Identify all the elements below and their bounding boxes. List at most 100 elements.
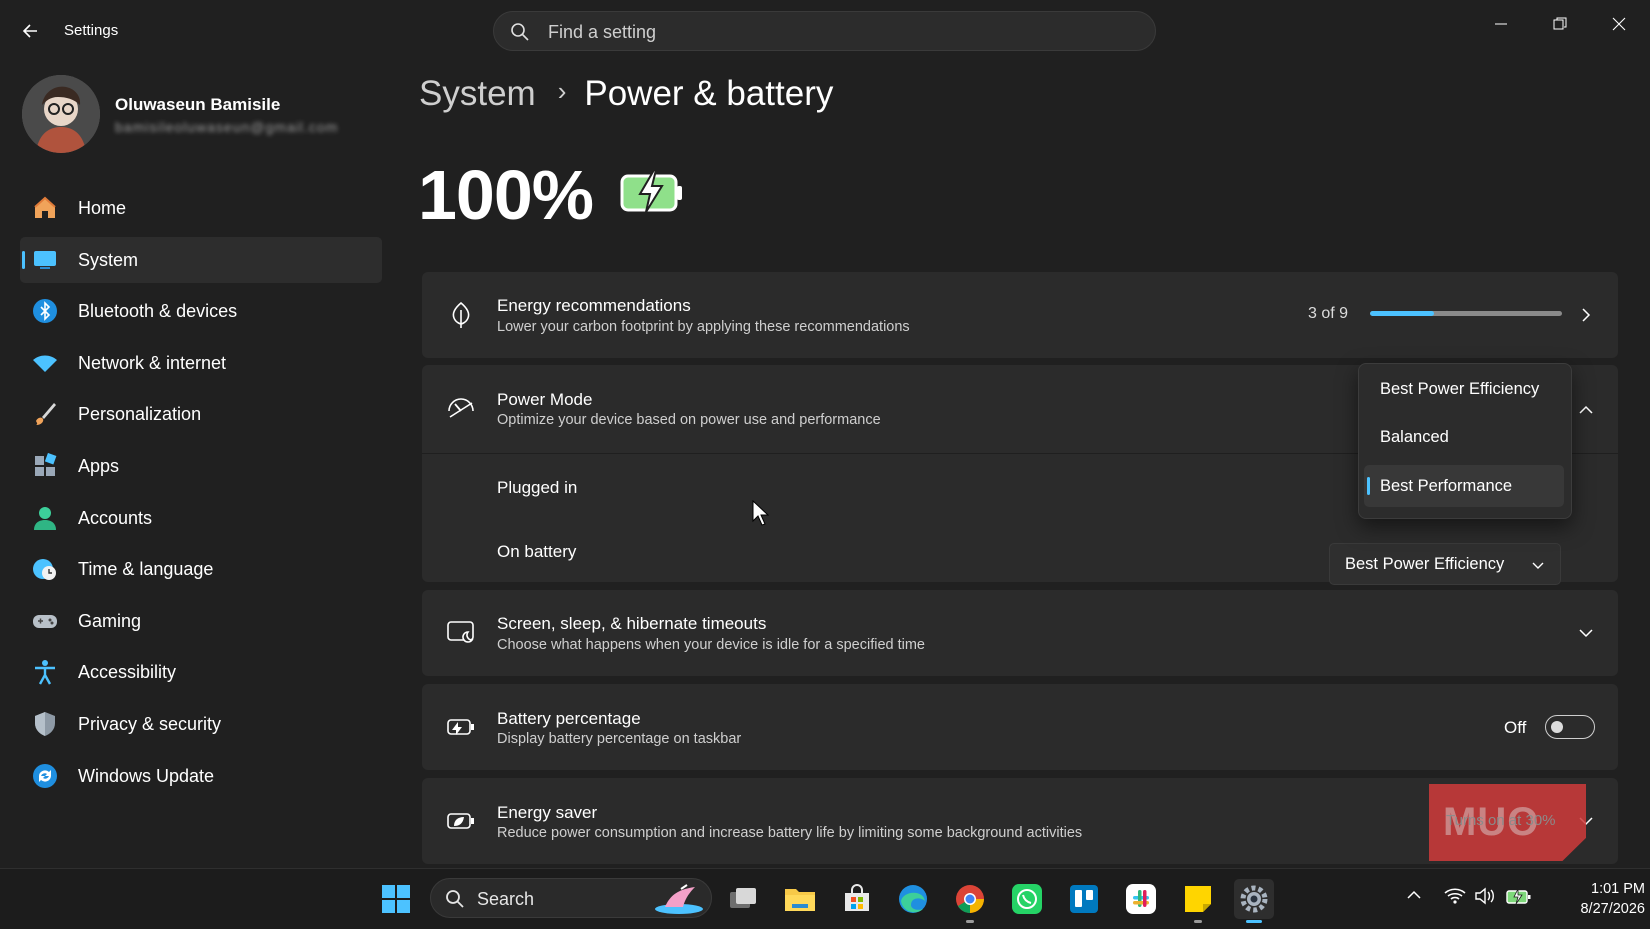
edge-icon — [899, 885, 927, 913]
chevron-down-icon — [1532, 562, 1544, 569]
recommendations-progress-fill — [1370, 311, 1434, 316]
breadcrumb-parent[interactable]: System — [419, 74, 536, 113]
energy-saver-status: Turns on at 30% — [1446, 812, 1556, 829]
restore-icon — [1553, 17, 1567, 30]
chevron-down-icon[interactable] — [1576, 623, 1596, 643]
taskbar-chrome[interactable] — [950, 879, 990, 923]
taskbar-task-view[interactable] — [723, 879, 763, 919]
sidebar-item-system[interactable]: System — [20, 236, 382, 283]
sticky-notes-icon — [1185, 886, 1211, 912]
task-view-icon — [730, 888, 756, 908]
globe-clock-icon — [33, 559, 56, 581]
taskbar-sticky-notes[interactable] — [1178, 879, 1218, 923]
search-icon — [446, 890, 464, 908]
volume-tray-icon[interactable] — [1474, 887, 1496, 905]
running-indicator — [966, 920, 974, 923]
chevron-right-icon[interactable] — [1576, 305, 1596, 325]
on-battery-dropdown[interactable]: Best Power Efficiency — [1329, 543, 1561, 585]
battery-tray-icon[interactable] — [1506, 887, 1532, 905]
page-title: Power & battery — [584, 74, 834, 113]
search-highlight-icon — [655, 884, 703, 914]
windows-start-icon — [382, 885, 410, 913]
on-battery-label: On battery — [497, 542, 577, 561]
power-mode-gauge-icon — [448, 398, 474, 418]
menu-option-best-power-efficiency[interactable]: Best Power Efficiency — [1364, 368, 1564, 410]
running-indicator — [1194, 920, 1202, 923]
back-button[interactable] — [18, 18, 44, 44]
apps-icon — [35, 452, 57, 476]
sidebar-item-bluetooth[interactable]: Bluetooth & devices — [20, 288, 382, 334]
energy-recommendations-subtitle: Lower your carbon footprint by applying … — [497, 319, 910, 335]
sidebar-item-accessibility[interactable]: Accessibility — [20, 649, 382, 695]
update-icon — [33, 763, 57, 788]
minimize-icon — [1495, 23, 1507, 25]
breadcrumb-separator: › — [557, 76, 567, 107]
file-explorer-icon — [785, 889, 815, 911]
start-button[interactable] — [376, 879, 416, 919]
whatsapp-icon — [1012, 884, 1042, 914]
leaf-icon — [452, 301, 470, 328]
taskbar-search[interactable]: Search — [430, 878, 712, 918]
bluetooth-icon — [33, 299, 57, 324]
microsoft-store-icon — [845, 884, 869, 911]
sidebar-item-home[interactable]: Home — [20, 185, 382, 231]
taskbar-settings[interactable] — [1234, 879, 1274, 923]
sidebar-nav: Home System Bluetooth & devices Network … — [20, 185, 382, 804]
sidebar-item-accounts[interactable]: Accounts — [20, 495, 382, 541]
clock-time: 1:01 PM — [1591, 881, 1645, 897]
taskbar-clock[interactable]: 1:01 PM 8/27/2026 — [1550, 879, 1645, 919]
settings-icon — [1240, 885, 1268, 913]
sidebar-item-personalization[interactable]: Personalization — [20, 391, 382, 437]
screen-sleep-card[interactable]: Screen, sleep, & hibernate timeouts Choo… — [422, 590, 1618, 676]
toggle-knob — [1551, 721, 1563, 733]
show-hidden-icons-chevron-icon[interactable] — [1406, 887, 1422, 903]
chevron-up-icon[interactable] — [1576, 400, 1596, 420]
active-indicator — [1246, 920, 1262, 923]
plugged-in-label: Plugged in — [497, 478, 578, 497]
recommendations-progress — [1370, 311, 1562, 316]
power-mode-title: Power Mode — [497, 390, 593, 409]
taskbar-slack[interactable] — [1121, 879, 1161, 919]
energy-saver-subtitle: Reduce power consumption and increase ba… — [497, 825, 1083, 841]
sidebar-item-windows-update[interactable]: Windows Update — [20, 753, 382, 799]
plugged-in-mode-menu: Best Power Efficiency Balanced Best Perf… — [1358, 363, 1572, 519]
user-profile[interactable]: Oluwaseun Bamisile bamisileoluwaseun@gma… — [20, 75, 380, 155]
profile-name: Oluwaseun Bamisile — [115, 95, 281, 114]
energy-recommendations-title: Energy recommendations — [497, 296, 691, 315]
wifi-tray-icon[interactable] — [1444, 887, 1466, 905]
energy-recommendations-card[interactable]: Energy recommendations Lower your carbon… — [422, 272, 1618, 358]
sidebar-item-apps[interactable]: Apps — [20, 443, 382, 489]
energy-saver-title: Energy saver — [497, 803, 598, 822]
wifi-icon — [33, 355, 57, 372]
restore-button[interactable] — [1537, 8, 1583, 40]
sidebar-item-privacy[interactable]: Privacy & security — [20, 701, 382, 747]
sidebar-item-time-language[interactable]: Time & language — [20, 546, 382, 592]
battery-percentage-toggle[interactable] — [1545, 715, 1595, 739]
taskbar-file-explorer[interactable] — [780, 879, 820, 919]
close-button[interactable] — [1596, 8, 1642, 40]
search-input[interactable] — [546, 12, 1130, 52]
sidebar-item-gaming[interactable]: Gaming — [20, 598, 382, 644]
taskbar: Search 1:01 PM 8/27/2026 — [0, 868, 1650, 929]
taskbar-microsoft-store[interactable] — [837, 879, 877, 919]
battery-percentage-subtitle: Display battery percentage on taskbar — [497, 731, 742, 747]
recommendations-count: 3 of 9 — [1308, 305, 1349, 322]
taskbar-trello[interactable] — [1064, 879, 1104, 919]
sidebar-item-network[interactable]: Network & internet — [20, 340, 382, 386]
title-bar: Settings — [0, 0, 1650, 62]
close-icon — [1612, 17, 1626, 31]
menu-option-balanced[interactable]: Balanced — [1364, 416, 1564, 458]
taskbar-edge[interactable] — [893, 879, 933, 919]
app-title: Settings — [64, 22, 119, 39]
taskbar-whatsapp[interactable] — [1007, 879, 1047, 919]
battery-charging-icon — [620, 170, 682, 213]
menu-option-best-performance[interactable]: Best Performance — [1364, 465, 1564, 507]
minimize-button[interactable] — [1478, 8, 1524, 40]
breadcrumb: System › Power & battery — [419, 74, 833, 114]
search-box[interactable] — [493, 11, 1156, 52]
taskbar-search-label: Search — [477, 889, 535, 909]
battery-percentage-toggle-label: Off — [1504, 718, 1527, 737]
shield-icon — [35, 711, 55, 736]
accessibility-icon — [35, 660, 55, 685]
energy-saver-icon — [447, 813, 474, 829]
